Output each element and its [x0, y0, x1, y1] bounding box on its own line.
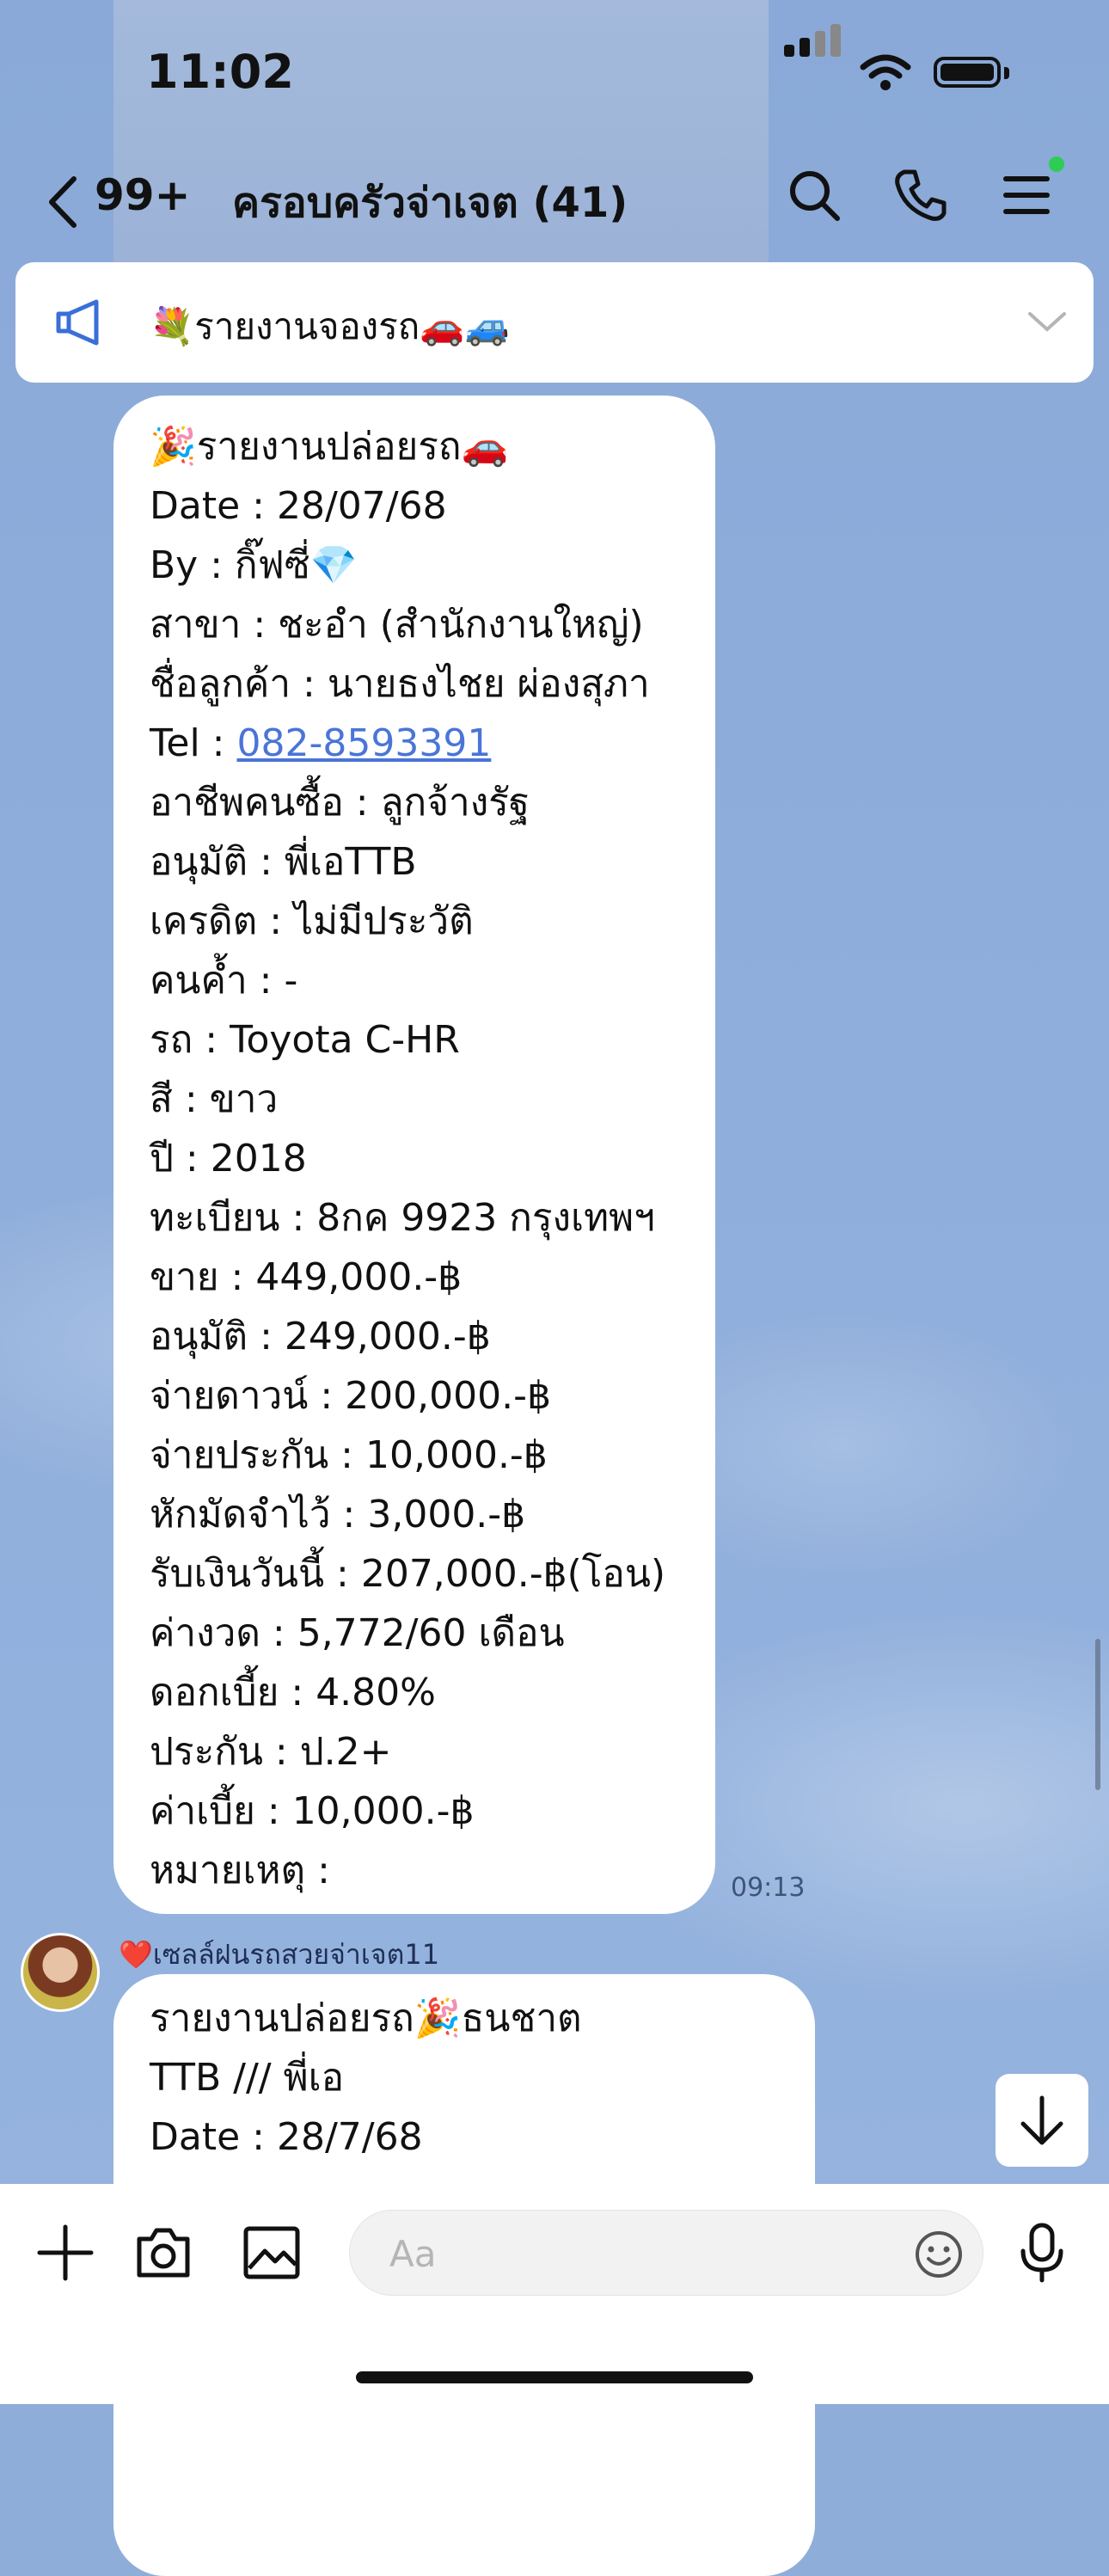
scrollbar[interactable] [1095, 1639, 1100, 1790]
message-line: อนุมัติ : 249,000.-฿ [150, 1315, 491, 1359]
message-line: Date : 28/7/68 [150, 2115, 423, 2159]
message-line: หมายเหตุ : [150, 1849, 330, 1892]
message-placeholder: Aa [389, 2233, 437, 2275]
status-time: 11:02 [146, 45, 294, 99]
message-input[interactable]: Aa [349, 2210, 983, 2296]
sender-name: ❤️เซลล์ฝนรถสวยจ่าเจต11 [119, 1938, 440, 1971]
message-line: คนค้ำ : - [150, 959, 298, 1003]
chat-header: 99+ ครอบครัวจ่าเจต (41) [0, 146, 1109, 249]
message-timestamp: 09:13 [731, 1873, 806, 1903]
message-line: By : กิ๊ฟซี่💎 [150, 543, 358, 587]
chevron-down-icon[interactable] [1026, 309, 1068, 334]
tel-label: Tel : [150, 721, 237, 765]
plus-icon[interactable] [34, 2222, 96, 2284]
message-line: TTB /// พี่เอ [150, 2056, 345, 2100]
message-line: รถ : Toyota C-HR [150, 1018, 460, 1062]
message-line: ดอกเบี้ย : 4.80% [150, 1671, 436, 1714]
sender-avatar[interactable] [21, 1933, 100, 2012]
announcement-bar[interactable]: 💐รายงานจองรถ🚗🚙 [15, 262, 1094, 383]
microphone-icon[interactable] [1011, 2222, 1073, 2284]
message-line: ขาย : 449,000.-฿ [150, 1255, 463, 1299]
message-line: เครดิต : ไม่มีประวัติ [150, 899, 474, 943]
image-icon[interactable] [241, 2222, 303, 2284]
message-line: รายงานปล่อยรถ🎉ธนชาต [150, 1996, 582, 2040]
message-line: อาชีพคนซื้อ : ลูกจ้างรัฐ [150, 781, 530, 825]
message-line: รับเงินวันนี้ : 207,000.-฿(โอน) [150, 1552, 666, 1596]
wifi-icon [860, 54, 911, 90]
scroll-to-bottom-button[interactable] [996, 2074, 1088, 2167]
back-chevron-icon[interactable] [40, 172, 91, 232]
search-icon[interactable] [784, 165, 844, 225]
home-indicator[interactable] [356, 2371, 753, 2383]
message-line: 🎉รายงานปล่อยรถ🚗 [150, 425, 509, 469]
message-line: หักมัดจำไว้ : 3,000.-฿ [150, 1493, 526, 1536]
arrow-down-icon [1020, 2095, 1063, 2145]
battery-cap [1004, 67, 1009, 79]
message-line: ชื่อลูกค้า : นายธงไชย ผ่องสุภา [150, 662, 650, 706]
chat-title[interactable]: ครอบครัวจ่าเจต (41) [232, 170, 628, 236]
tel-line: Tel : 082-8593391 [150, 718, 491, 770]
menu-icon[interactable] [997, 165, 1057, 225]
message-line: ค่าเบี้ย : 10,000.-฿ [150, 1789, 475, 1833]
message-line: ปี : 2018 [150, 1137, 307, 1181]
message-bubble[interactable]: 🎉รายงานปล่อยรถ🚗 Date : 28/07/68 By : กิ๊… [113, 396, 715, 1914]
phone-call-icon[interactable] [891, 165, 951, 225]
emoji-icon[interactable] [914, 2229, 964, 2279]
message-line: ค่างวด : 5,772/60 เดือน [150, 1611, 565, 1655]
message-line: ทะเบียน : 8กค 9923 กรุงเทพฯ [150, 1196, 655, 1240]
megaphone-icon [56, 299, 99, 346]
message-line: จ่ายดาวน์ : 200,000.-฿ [150, 1374, 551, 1418]
message-line: จ่ายประกัน : 10,000.-฿ [150, 1433, 548, 1477]
status-bar: 11:02 [0, 0, 1109, 146]
message-line: Date : 28/07/68 [150, 484, 447, 528]
message-line: ประกัน : ป.2+ [150, 1730, 392, 1774]
battery-icon [934, 57, 1001, 88]
phone-link[interactable]: 082-8593391 [237, 721, 492, 765]
message-line: อนุมัติ : พี่เอTTB [150, 840, 417, 884]
camera-icon[interactable] [132, 2222, 194, 2284]
notification-dot [1049, 156, 1064, 172]
announcement-text: 💐รายงานจองรถ🚗🚙 [150, 305, 510, 347]
message-line: สาขา : ชะอำ (สำนักงานใหญ่) [150, 603, 644, 647]
unread-count[interactable]: 99+ [95, 170, 190, 220]
message-line: สี : ขาว [150, 1077, 279, 1121]
